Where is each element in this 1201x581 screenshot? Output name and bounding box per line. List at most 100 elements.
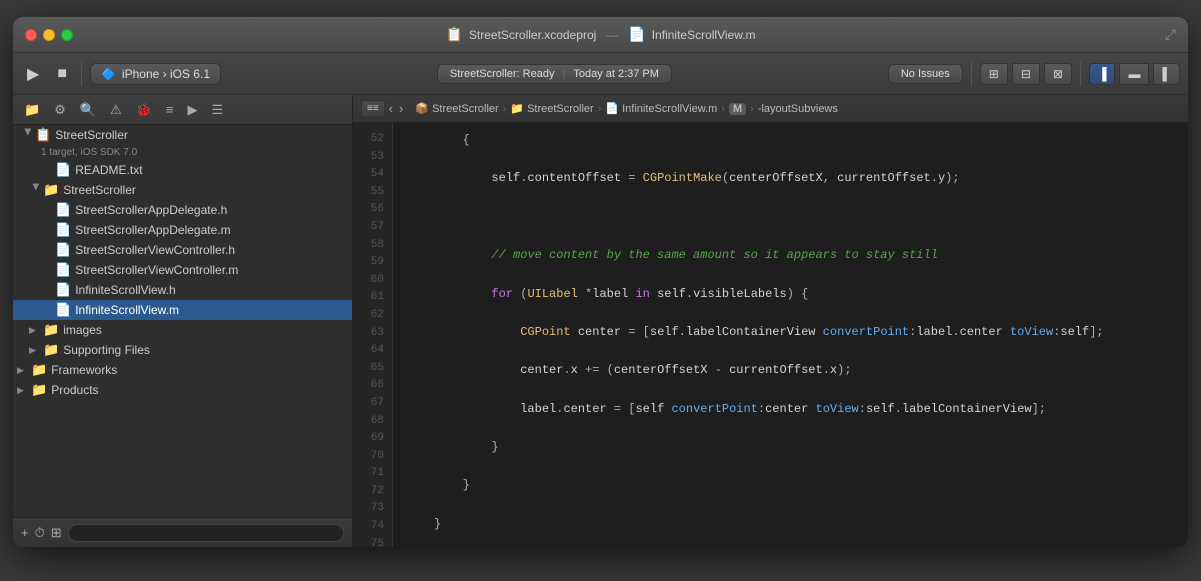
images-folder-icon: 📁	[43, 322, 59, 338]
vcs-icon[interactable]: ⏱	[35, 525, 45, 541]
sidebar-file-viewcontrollerm: StreetScrollerViewController.m	[75, 263, 238, 277]
right-panel-btn[interactable]: ▌	[1153, 63, 1180, 85]
scheme-icon: 🔷	[101, 67, 116, 81]
code-line-53: self.contentOffset = CGPointMake(centerO…	[405, 169, 1176, 188]
sidebar-item-appdelegatem[interactable]: 📄 StreetScrollerAppDelegate.m	[13, 220, 352, 240]
line-num-70: 70	[353, 448, 392, 466]
left-panel-btn[interactable]: ▐	[1089, 63, 1116, 85]
sidebar-group-supporting-label: Supporting Files	[63, 343, 150, 357]
sidebar-nav-icon-3[interactable]: 🔍	[75, 100, 101, 120]
jumpbar-method-label: -layoutSubviews	[758, 103, 838, 115]
line-num-67: 67	[353, 395, 392, 413]
line-num-69: 69	[353, 430, 392, 448]
stop-button[interactable]: ■	[51, 61, 73, 87]
sidebar-group-frameworks[interactable]: ▶ 📁 Frameworks	[13, 360, 352, 380]
panel-toggle-buttons: ▐ ▬ ▌	[1089, 63, 1180, 85]
file-icon-infinitem: 📄	[55, 302, 71, 318]
jumpbar-folder-icon: 📁	[510, 102, 524, 115]
traffic-lights[interactable]	[25, 29, 73, 41]
scheme-selector[interactable]: 🔷 iPhone › iOS 6.1	[90, 63, 221, 85]
sidebar-group-streetscroller[interactable]: ▶ 📁 StreetScroller	[13, 180, 352, 200]
line-num-57: 57	[353, 219, 392, 237]
jumpbar-item-method[interactable]: -layoutSubviews	[758, 103, 838, 115]
status-divider: |	[562, 68, 565, 80]
line-num-63: 63	[353, 325, 392, 343]
file-icon-appdelegateh: 📄	[55, 202, 71, 218]
sidebar-item-appdelegateh[interactable]: 📄 StreetScrollerAppDelegate.h	[13, 200, 352, 220]
sidebar-group-ss-label: StreetScroller	[63, 183, 136, 197]
close-button[interactable]	[25, 29, 37, 41]
sidebar-group-images[interactable]: ▶ 📁 images	[13, 320, 352, 340]
line-num-71: 71	[353, 465, 392, 483]
supporting-folder-icon: 📁	[43, 342, 59, 358]
code-line-57: CGPoint center = [self.labelContainerVie…	[405, 323, 1176, 342]
sidebar-item-infiniteh[interactable]: 📄 InfiniteScrollView.h	[13, 280, 352, 300]
filter-icon[interactable]: ⊞	[51, 525, 62, 541]
titlebar-right: ⤢	[1165, 26, 1176, 43]
sidebar: 📁 ⚙ 🔍 ⚠ 🐞 ≡ ▶ ☰ ▶ 📋 StreetScroller 1 tar…	[13, 95, 353, 547]
gutter-btn[interactable]: ≡≡	[361, 100, 385, 117]
sidebar-file-tree: ▶ 📋 StreetScroller 1 target, iOS SDK 7.0…	[13, 125, 352, 517]
add-file-button[interactable]: +	[21, 525, 29, 540]
sidebar-nav-icon-4[interactable]: ⚠	[105, 100, 127, 120]
view-btn-2[interactable]: ⊟	[1012, 63, 1040, 85]
jumpbar-project-icon: 📦	[415, 102, 429, 115]
code-line-61: }	[405, 476, 1176, 495]
jumpbar-item-project[interactable]: 📦 StreetScroller	[415, 102, 498, 115]
sidebar-item-project-root[interactable]: ▶ 📋 StreetScroller	[13, 125, 352, 145]
jumpbar-sep-3: ›	[721, 103, 725, 115]
main-area: 📁 ⚙ 🔍 ⚠ 🐞 ≡ ▶ ☰ ▶ 📋 StreetScroller 1 tar…	[13, 95, 1188, 547]
no-issues-badge: No Issues	[888, 64, 963, 84]
jumpbar-item-type[interactable]: M	[729, 103, 746, 115]
jumpbar-type-badge: M	[729, 103, 746, 115]
sidebar-nav-icon-8[interactable]: ☰	[206, 100, 228, 120]
status-time: Today at 2:37 PM	[573, 68, 659, 80]
jumpbar-file-icon: 📄	[605, 102, 619, 115]
code-editor[interactable]: { self.contentOffset = CGPointMake(cente…	[393, 123, 1188, 547]
status-bar-center: StreetScroller: Ready | Today at 2:37 PM	[227, 64, 882, 84]
fullscreen-icon[interactable]: ⤢	[1165, 26, 1176, 43]
toolbar-separator-2	[971, 62, 972, 86]
sidebar-nav-icon-2[interactable]: ⚙	[49, 100, 71, 120]
sidebar-bottom-bar: + ⏱ ⊞	[13, 517, 352, 547]
forward-arrow-icon[interactable]: ›	[399, 101, 403, 116]
view-btn-3[interactable]: ⊠	[1044, 63, 1072, 85]
code-line-60: }	[405, 438, 1176, 457]
code-line-62: }	[405, 515, 1176, 534]
line-num-54: 54	[353, 166, 392, 184]
code-line-59: label.center = [self convertPoint:center…	[405, 400, 1176, 419]
sidebar-file-appdelegatem: StreetScrollerAppDelegate.m	[75, 223, 230, 237]
code-area: ≡≡ ‹ › 📦 StreetScroller › 📁 StreetScroll…	[353, 95, 1188, 547]
sidebar-group-supporting[interactable]: ▶ 📁 Supporting Files	[13, 340, 352, 360]
project-icon: 📋	[35, 127, 51, 143]
source-file-icon: 📄	[628, 26, 645, 43]
sidebar-group-products[interactable]: ▶ 📁 Products	[13, 380, 352, 400]
sidebar-search-input[interactable]	[68, 524, 344, 542]
sidebar-readme-label: README.txt	[75, 163, 142, 177]
code-content: 52 53 54 55 56 57 58 59 60 61 62 63 64 6…	[353, 123, 1188, 547]
jumpbar-item-file[interactable]: 📄 InfiniteScrollView.m	[605, 102, 717, 115]
tree-arrow-products: ▶	[17, 385, 31, 396]
sidebar-nav-icon-5[interactable]: 🐞	[131, 100, 157, 120]
jumpbar-item-folder[interactable]: 📁 StreetScroller	[510, 102, 593, 115]
view-btn-1[interactable]: ⊞	[980, 63, 1008, 85]
line-num-64: 64	[353, 342, 392, 360]
maximize-button[interactable]	[61, 29, 73, 41]
sidebar-file-viewcontrollerh: StreetScrollerViewController.h	[75, 243, 235, 257]
project-name: StreetScroller	[55, 128, 128, 142]
sidebar-nav-icon-1[interactable]: 📁	[19, 100, 45, 120]
sidebar-nav-icon-6[interactable]: ≡	[161, 100, 179, 119]
jumpbar-project-label: StreetScroller	[432, 103, 499, 115]
back-arrow-icon[interactable]: ‹	[389, 101, 393, 116]
sidebar-nav-icon-7[interactable]: ▶	[182, 100, 202, 120]
tree-arrow-frameworks: ▶	[17, 365, 31, 376]
minimize-button[interactable]	[43, 29, 55, 41]
sidebar-item-readme[interactable]: 📄 README.txt	[13, 160, 352, 180]
play-button[interactable]: ▶	[21, 60, 45, 88]
sidebar-item-infinitem[interactable]: 📄 InfiniteScrollView.m	[13, 300, 352, 320]
sidebar-item-viewcontrollerh[interactable]: 📄 StreetScrollerViewController.h	[13, 240, 352, 260]
sidebar-item-viewcontrollerm[interactable]: 📄 StreetScrollerViewController.m	[13, 260, 352, 280]
line-num-56: 56	[353, 201, 392, 219]
code-line-52: {	[405, 131, 1176, 150]
bottom-panel-btn[interactable]: ▬	[1119, 63, 1149, 85]
